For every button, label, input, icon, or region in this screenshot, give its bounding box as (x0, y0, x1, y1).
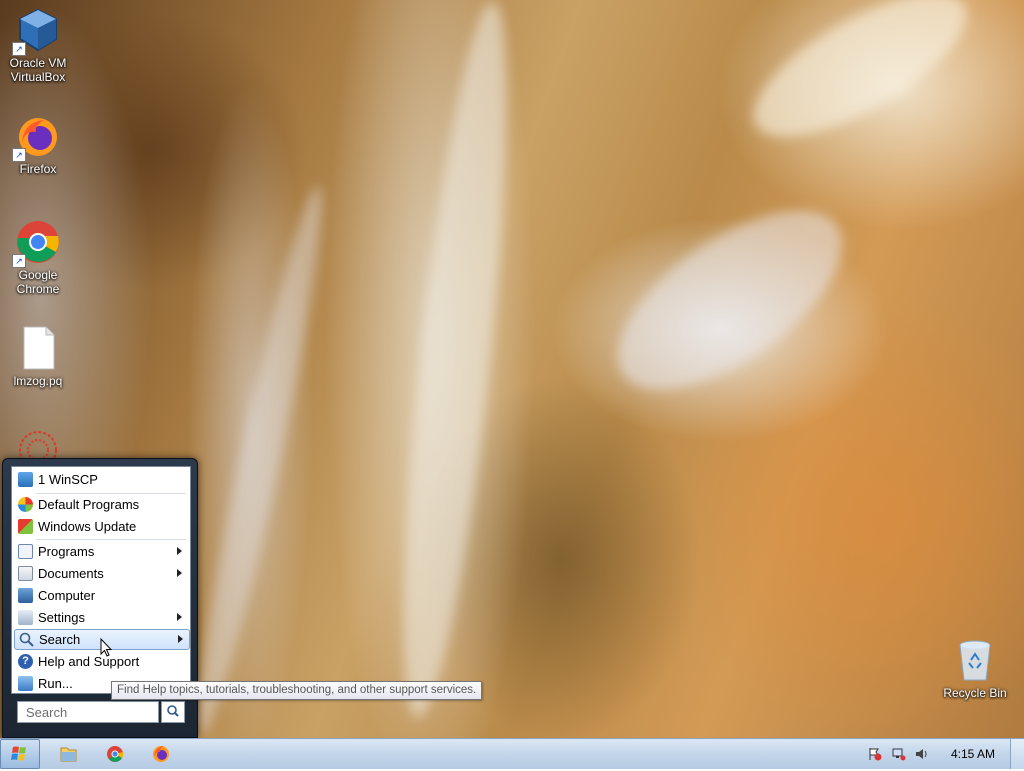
taskbar-clock[interactable]: 4:15 AM (942, 739, 1004, 769)
menu-item-computer[interactable]: Computer (14, 585, 188, 606)
menu-item-label: Programs (38, 544, 95, 559)
menu-item-label: Search (39, 632, 81, 647)
folder-icon (60, 747, 77, 762)
shortcut-arrow-icon: ↗ (12, 148, 26, 162)
menu-item-label: Default Programs (38, 497, 140, 512)
app-icon (19, 431, 57, 469)
submenu-arrow-icon (177, 547, 182, 555)
chrome-icon (107, 746, 124, 762)
windows-logo-icon (11, 746, 26, 761)
windows-update-icon (18, 519, 33, 534)
wallpaper-highlight (182, 181, 338, 738)
settings-icon (18, 610, 33, 625)
default-programs-icon (18, 497, 33, 512)
menu-item-windows-update[interactable]: Windows Update (14, 516, 188, 537)
menu-item-label: Settings (38, 610, 85, 625)
desktop-icon-recycle-bin[interactable]: Recycle Bin (937, 636, 1013, 700)
menu-item-label: Documents (38, 566, 104, 581)
computer-icon (18, 588, 33, 603)
recycle-bin-icon (951, 636, 999, 684)
network-icon[interactable] (892, 747, 906, 761)
menu-item-settings[interactable]: Settings (14, 607, 188, 628)
wallpaper-highlight (382, 0, 528, 722)
shortcut-arrow-icon: ↗ (12, 42, 26, 56)
submenu-arrow-icon (178, 635, 183, 643)
desktop-icon-chrome[interactable]: ↗ Google Chrome (0, 218, 76, 296)
desktop-icon-virtualbox[interactable]: ↗ Oracle VM VirtualBox (0, 6, 76, 84)
shortcut-arrow-icon: ↗ (12, 254, 26, 268)
menu-item-winscp[interactable]: 1 WinSCP (14, 469, 188, 490)
run-icon (18, 676, 33, 691)
desktop-icon-label: Firefox (19, 162, 57, 176)
taskbar-firefox-button[interactable] (141, 742, 181, 766)
search-icon (19, 632, 34, 647)
file-icon (14, 324, 62, 372)
desktop-icon-label: Chrome (16, 282, 60, 296)
taskbar-explorer-button[interactable] (48, 742, 88, 766)
start-button[interactable] (0, 739, 40, 769)
desktop-icon-label: lmzog.pq (13, 374, 63, 388)
desktop-icon-label: Google (18, 268, 58, 282)
taskbar: 4:15 AM (0, 738, 1024, 769)
wallpaper-highlight (733, 0, 987, 164)
taskbar-chrome-button[interactable] (95, 742, 135, 766)
menu-item-label: 1 WinSCP (38, 472, 98, 487)
action-center-flag-icon[interactable] (868, 747, 882, 761)
menu-item-label: Run... (38, 676, 73, 691)
firefox-icon: ↗ (12, 112, 62, 162)
menu-item-default-programs[interactable]: Default Programs (14, 494, 188, 515)
menu-item-label: Windows Update (38, 519, 137, 534)
menu-separator (36, 539, 186, 540)
start-menu-panel: 1 WinSCP Default Programs Windows Update… (11, 466, 191, 694)
submenu-arrow-icon (177, 613, 182, 621)
wallpaper-highlight (589, 176, 871, 424)
menu-item-programs[interactable]: Programs (14, 541, 188, 562)
magnifier-icon (167, 705, 179, 717)
menu-item-label: Computer (38, 588, 96, 603)
desktop-icon-label: VirtualBox (10, 70, 66, 84)
winscp-icon (18, 472, 33, 487)
desktop-icon-file[interactable]: lmzog.pq (0, 324, 76, 388)
desktop-icon-label: Oracle VM (9, 56, 67, 70)
virtualbox-icon: ↗ (12, 6, 62, 56)
search-button[interactable] (161, 701, 185, 723)
show-desktop-button[interactable] (1010, 739, 1024, 769)
desktop-icon-firefox[interactable]: ↗ Firefox (0, 112, 76, 176)
programs-icon (18, 544, 33, 559)
volume-icon[interactable] (915, 747, 929, 761)
chrome-icon: ↗ (12, 218, 62, 268)
help-tooltip: Find Help topics, tutorials, troubleshoo… (111, 681, 483, 700)
firefox-icon (153, 746, 169, 762)
mouse-cursor-icon (100, 638, 112, 657)
menu-item-documents[interactable]: Documents (14, 563, 188, 584)
menu-item-label: Help and Support (38, 654, 140, 669)
documents-icon (18, 566, 33, 581)
submenu-arrow-icon (177, 569, 182, 577)
start-menu-search-input[interactable]: Search (17, 701, 159, 723)
desktop-icon-partial[interactable] (16, 428, 60, 469)
desktop-icon-label: Recycle Bin (943, 686, 1007, 700)
help-icon: ? (18, 654, 33, 669)
